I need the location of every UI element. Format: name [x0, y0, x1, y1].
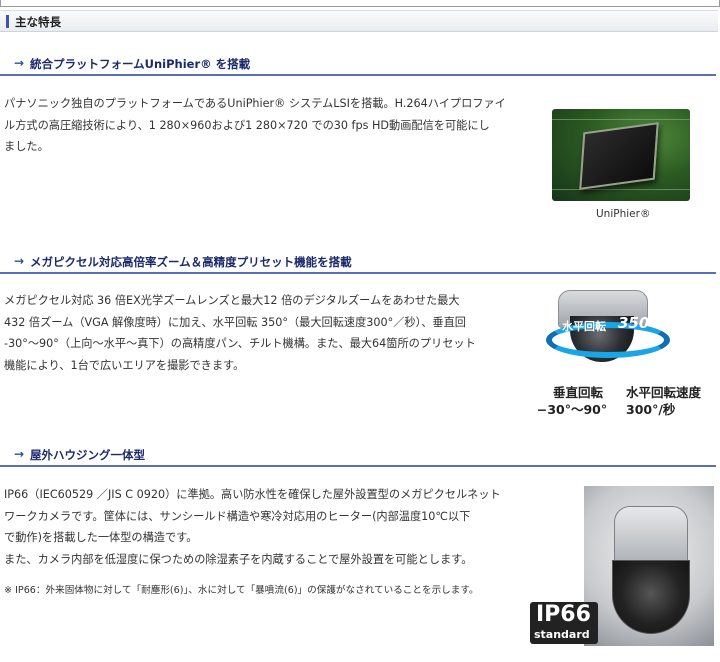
section-title: 統合プラットフォームUniPhier® を搭載 [30, 57, 251, 71]
ptz-camera-image: 水平回転 350° [540, 290, 670, 370]
ip66-badge: IP66 standard [530, 602, 598, 644]
pan-overlay-degree: 350° [618, 314, 657, 332]
body-line: ワークカメラです。筐体には、サンシールド構造や寒冷対応用のヒーター(内部温度10… [4, 509, 471, 523]
body-line: 432 倍ズーム（VGA 解像度時）に加え、水平回転 350°（最大回転速度30… [4, 315, 466, 329]
tilt-spec-title: 垂直回転 [552, 385, 603, 400]
main-features-bar: 主な特長 [0, 10, 718, 32]
camera-housing [614, 506, 688, 568]
section-rule [0, 465, 716, 467]
body-line: ル方式の高圧縮技術により、1 280×960および1 280×720 での30 … [4, 118, 490, 132]
section-title: メガピクセル対応高倍率ズーム＆高精度プリセット機能を搭載 [30, 255, 352, 269]
section-heading-zoom: → メガピクセル対応高倍率ズーム＆高精度プリセット機能を搭載 [0, 250, 716, 274]
section-heading-outdoor: → 屋外ハウジング一体型 [0, 443, 716, 467]
body-line: IP66（IEC60529 ／JIS C 0920）に準拠。高い防水性を確保した… [4, 488, 501, 501]
section-body-outdoor: IP66（IEC60529 ／JIS C 0920）に準拠。高い防水性を確保した… [4, 484, 574, 549]
section-title: 屋外ハウジング一体型 [30, 448, 145, 462]
section-body-zoom: メガピクセル対応 36 倍EX光学ズームレンズと最大12 倍のデジタルズームをあ… [4, 290, 534, 376]
accent-bar [6, 15, 9, 28]
section-rule [0, 74, 716, 76]
body-line: で動作)を搭載した一体型の構造です。 [4, 531, 198, 544]
pan-speed-title: 水平回転速度 [626, 385, 702, 400]
tilt-spec: 垂直回転 −30°～90° [537, 384, 608, 418]
body-line: パナソニック独自のプラットフォームであるUniPhier® システムLSIを搭載… [4, 97, 506, 110]
top-frame-line [0, 0, 720, 7]
pan-speed-spec: 水平回転速度 300°/秒 [626, 384, 701, 418]
main-features-title: 主な特長 [15, 15, 61, 29]
ip66-badge-small: standard [534, 628, 590, 641]
uniphier-chip-image [552, 109, 690, 201]
section-rule [0, 272, 716, 274]
section-heading-uniphier: → 統合プラットフォームUniPhier® を搭載 [0, 52, 716, 76]
arrow-right-icon: → [14, 56, 25, 70]
chip-icon [579, 122, 659, 190]
pan-overlay-label: 水平回転 [562, 320, 606, 333]
body-line: ました。 [4, 140, 49, 153]
chip-caption: UniPhier® [596, 208, 651, 220]
arrow-right-icon: → [14, 254, 25, 268]
outdoor-camera-image [584, 486, 714, 646]
pan-speed-value: 300°/秒 [626, 402, 676, 417]
ip66-note: ※ IP66：外来固体物に対して「耐塵形(6)」、水に対して「暴噴流(6)」の保… [4, 585, 479, 596]
arrow-right-icon: → [14, 447, 25, 461]
section-body-uniphier: パナソニック独自のプラットフォームであるUniPhier® システムLSIを搭載… [4, 93, 544, 158]
body-line: メガピクセル対応 36 倍EX光学ズームレンズと最大12 倍のデジタルズームをあ… [4, 294, 460, 307]
dehumidifier-line: また、カメラ内部を低湿度に保つための除湿素子を内蔵することで屋外設置を可能としま… [4, 553, 473, 566]
tilt-spec-value: −30°～90° [536, 402, 608, 417]
camera-dome [612, 560, 690, 634]
body-line: 機能により、1台で広いエリアを撮影できます。 [4, 358, 245, 372]
body-line: -30°～90°（上向～水平～真下）の高精度パン、チルト機構。また、最大64箇所… [4, 337, 476, 350]
ip66-badge-big: IP66 [536, 602, 591, 627]
